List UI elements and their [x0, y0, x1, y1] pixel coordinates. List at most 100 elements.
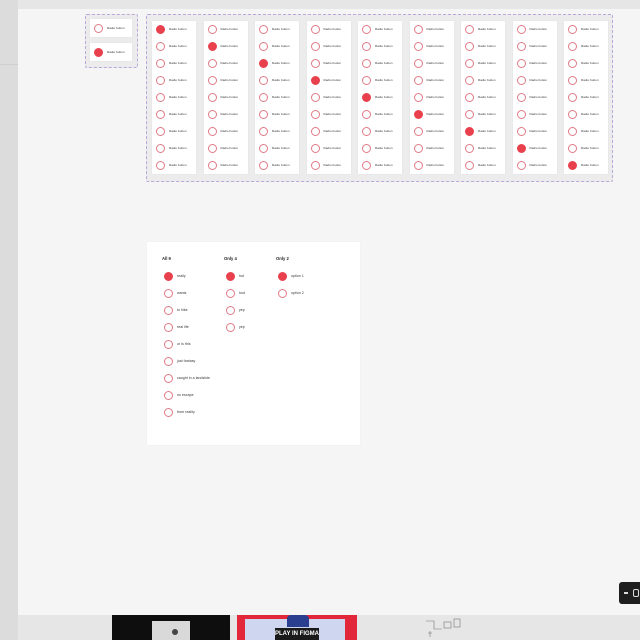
radio-option[interactable]: Radio button: [156, 125, 187, 137]
radio-option[interactable]: Radio button: [156, 74, 187, 86]
radio-circle-icon[interactable]: [465, 109, 474, 119]
radio-option[interactable]: Radio button: [516, 142, 548, 154]
radio-circle-icon[interactable]: [156, 126, 165, 136]
radio-circle-icon[interactable]: [259, 24, 268, 34]
radio-option[interactable]: Radio button: [207, 40, 239, 52]
radio-circle-icon[interactable]: [465, 92, 474, 102]
zoom-controls[interactable]: [619, 582, 640, 604]
radio-circle-icon[interactable]: [362, 109, 371, 119]
radio-option[interactable]: Radio button: [516, 108, 548, 120]
radio-option[interactable]: Radio button: [207, 91, 239, 103]
thumbnail-dark[interactable]: [112, 615, 230, 640]
radio-option[interactable]: Radio button: [465, 40, 496, 52]
radio-circle-icon[interactable]: [207, 143, 217, 153]
radio-circle-icon[interactable]: [413, 75, 423, 85]
radio-option[interactable]: Radio button: [465, 23, 496, 35]
radio-circle-icon[interactable]: [207, 24, 217, 34]
radio-option[interactable]: Radio button: [516, 40, 548, 52]
radio-circle-icon[interactable]: [164, 288, 173, 298]
radio-option[interactable]: Radio button: [310, 57, 342, 69]
radio-option[interactable]: Radio button: [362, 57, 393, 69]
radio-option[interactable]: from reality: [164, 406, 195, 418]
radio-circle-icon[interactable]: [164, 390, 173, 400]
radio-circle-icon[interactable]: [516, 92, 526, 102]
radio-option[interactable]: or is this: [164, 338, 191, 350]
radio-circle-icon[interactable]: [259, 109, 268, 119]
radio-circle-icon[interactable]: [207, 126, 217, 136]
radio-circle-icon[interactable]: [310, 92, 320, 102]
radio-group-variant-card[interactable]: Radio button Radio button Radio button Radi…: [203, 21, 248, 174]
radio-circle-icon[interactable]: [259, 160, 268, 170]
radio-circle-icon[interactable]: [568, 75, 577, 85]
radio-circle-selected-icon[interactable]: [207, 41, 217, 51]
radio-circle-icon[interactable]: [164, 407, 173, 417]
radio-option[interactable]: Radio button: [310, 40, 342, 52]
radio-option[interactable]: Radio button: [413, 23, 445, 35]
radio-option[interactable]: Radio button: [568, 74, 599, 86]
radio-circle-selected-icon[interactable]: [310, 75, 320, 85]
radio-circle-icon[interactable]: [310, 109, 320, 119]
radio-circle-icon[interactable]: [465, 75, 474, 85]
radio-circle-icon[interactable]: [362, 24, 371, 34]
radio-circle-icon[interactable]: [362, 160, 371, 170]
radio-option[interactable]: Radio button: [568, 91, 599, 103]
radio-circle-icon[interactable]: [259, 92, 268, 102]
radio-circle-icon[interactable]: [156, 109, 165, 119]
radio-circle-icon[interactable]: [568, 92, 577, 102]
radio-circle-icon[interactable]: [310, 41, 320, 51]
radio-circle-icon[interactable]: [207, 75, 217, 85]
radio-option[interactable]: Radio button: [465, 159, 496, 171]
radio-option[interactable]: Radio button: [465, 108, 496, 120]
radio-option[interactable]: Radio button: [310, 23, 342, 35]
radio-circle-icon[interactable]: [156, 160, 165, 170]
radio-circle-icon[interactable]: [465, 160, 474, 170]
radio-option[interactable]: Radio button: [259, 91, 290, 103]
radio-option[interactable]: Radio button: [207, 108, 239, 120]
radio-circle-icon[interactable]: [568, 58, 577, 68]
radio-option[interactable]: Radio button: [413, 125, 445, 137]
radio-option[interactable]: Radio button: [259, 159, 290, 171]
component-set-frame[interactable]: Radio button Radio button: [85, 14, 138, 68]
radio-circle-icon[interactable]: [413, 160, 423, 170]
radio-circle-icon[interactable]: [516, 58, 526, 68]
radio-option[interactable]: Radio button: [413, 108, 445, 120]
radio-circle-icon[interactable]: [516, 160, 526, 170]
radio-option[interactable]: Radio button: [516, 57, 548, 69]
radio-group-example-card[interactable]: All 9 really wants to hike real life or is th…: [147, 242, 360, 445]
radio-group-variant-card[interactable]: Radio button Radio button Radio button Radi…: [461, 21, 505, 174]
radio-option[interactable]: Radio button: [516, 74, 548, 86]
radio-option[interactable]: Radio button: [568, 40, 599, 52]
radio-circle-icon[interactable]: [568, 41, 577, 51]
radio-circle-icon[interactable]: [413, 58, 423, 68]
radio-circle-icon[interactable]: [278, 288, 287, 298]
radio-circle-icon[interactable]: [465, 58, 474, 68]
radio-circle-selected-icon[interactable]: [278, 271, 287, 281]
radio-option[interactable]: Radio button: [156, 40, 187, 52]
radio-circle-icon[interactable]: [164, 305, 173, 315]
radio-circle-selected-icon[interactable]: [259, 58, 268, 68]
radio-option[interactable]: Radio button: [516, 91, 548, 103]
radio-option[interactable]: Radio button: [310, 142, 342, 154]
radio-circle-icon[interactable]: [362, 143, 371, 153]
radio-circle-icon[interactable]: [465, 24, 474, 34]
radio-option[interactable]: Radio button: [413, 142, 445, 154]
radio-option[interactable]: Radio button: [362, 23, 393, 35]
radio-circle-icon[interactable]: [516, 24, 526, 34]
radio-circle-icon[interactable]: [164, 356, 173, 366]
radio-option[interactable]: Radio button: [465, 142, 496, 154]
radio-option[interactable]: Radio button: [413, 74, 445, 86]
radio-circle-icon[interactable]: [156, 143, 165, 153]
radio-option[interactable]: Radio button: [207, 23, 239, 35]
radio-circle-icon[interactable]: [516, 41, 526, 51]
radio-option[interactable]: Radio button: [156, 159, 187, 171]
radio-circle-icon[interactable]: [310, 143, 320, 153]
grid-icon[interactable]: [633, 589, 639, 597]
radio-circle-icon[interactable]: [226, 305, 235, 315]
radio-circle-icon[interactable]: [568, 24, 577, 34]
radio-circle-selected-icon[interactable]: [362, 92, 371, 102]
radio-group-variant-card[interactable]: Radio button Radio button Radio button Radi…: [409, 21, 454, 174]
play-in-figma-button[interactable]: PLAY IN FIGMA: [275, 628, 319, 640]
radio-option[interactable]: Radio button: [207, 159, 239, 171]
radio-option[interactable]: Radio button: [156, 91, 187, 103]
radio-circle-icon[interactable]: [568, 143, 577, 153]
